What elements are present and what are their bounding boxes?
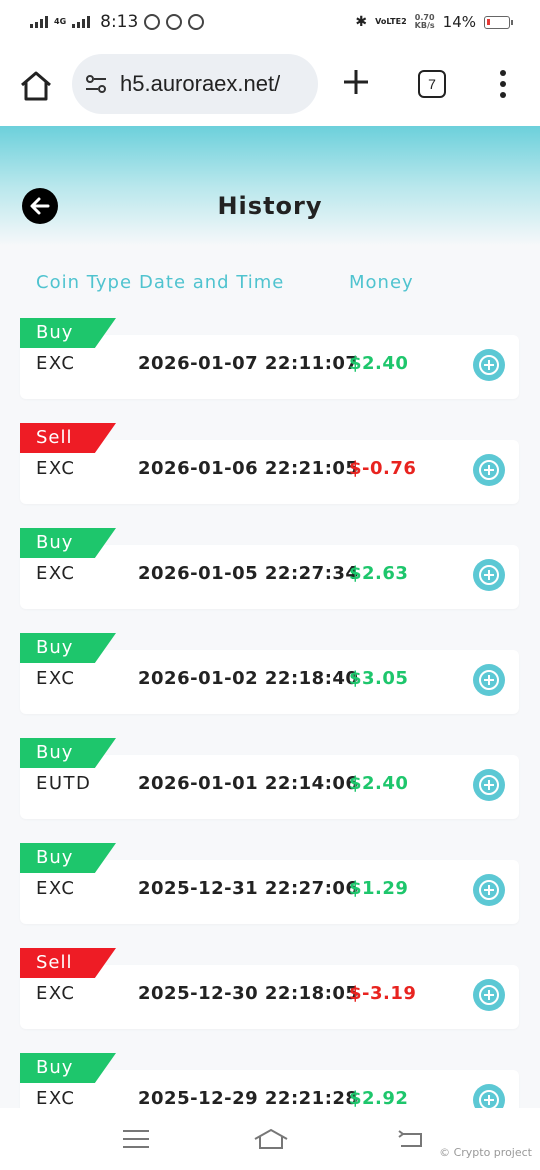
- messenger-icon: [166, 14, 183, 30]
- watermark: © Crypto project: [439, 1146, 532, 1159]
- tab-switcher-button[interactable]: 7: [418, 70, 446, 98]
- column-money: Money: [349, 272, 414, 293]
- browser-toolbar: h5.auroraex.net/ 7: [0, 44, 540, 126]
- battery-percent: 14%: [442, 13, 476, 31]
- list-item: Sell EXC 2025-12-30 22:18:05 $-3.19: [20, 948, 519, 1030]
- whatsapp-icon: [188, 14, 205, 30]
- page-title: History: [217, 192, 323, 220]
- date-time: 2026-01-02 22:18:40: [138, 668, 359, 689]
- column-date-time: Date and Time: [139, 272, 285, 293]
- money-amount: $-0.76: [349, 458, 417, 479]
- notification-icon: [144, 14, 161, 30]
- volte-label: VoLTE2: [375, 17, 407, 26]
- column-coin-type: Coin Type: [36, 272, 133, 293]
- menu-icon[interactable]: [121, 1128, 151, 1150]
- expand-plus-icon[interactable]: [473, 874, 505, 906]
- date-time: 2026-01-06 22:21:05: [138, 458, 359, 479]
- system-nav-bar: © Crypto project: [0, 1108, 540, 1170]
- date-time: 2026-01-07 22:11:07: [138, 353, 359, 374]
- expand-plus-icon[interactable]: [473, 559, 505, 591]
- money-amount: $3.05: [349, 668, 409, 689]
- list-item: Buy EXC 2025-12-31 22:27:06 $1.29: [20, 843, 519, 925]
- page-header: History: [0, 126, 540, 246]
- site-settings-icon[interactable]: [84, 72, 108, 96]
- expand-plus-icon[interactable]: [473, 769, 505, 801]
- coin-type: EUTD: [36, 773, 92, 794]
- list-item: Buy EUTD 2026-01-01 22:14:06 $2.40: [20, 738, 519, 820]
- coin-type: EXC: [36, 878, 76, 899]
- expand-plus-icon[interactable]: [473, 979, 505, 1011]
- coin-type: EXC: [36, 563, 76, 584]
- money-amount: $2.40: [349, 353, 409, 374]
- coin-type: EXC: [36, 668, 76, 689]
- money-amount: $2.40: [349, 773, 409, 794]
- money-amount: $2.63: [349, 563, 409, 584]
- list-item: Buy EXC 2026-01-07 22:11:07 $2.40: [20, 318, 519, 400]
- back-nav-icon[interactable]: [397, 1128, 427, 1150]
- date-time: 2026-01-05 22:27:34: [138, 563, 359, 584]
- date-time: 2025-12-31 22:27:06: [138, 878, 359, 899]
- expand-plus-icon[interactable]: [473, 664, 505, 696]
- battery-icon: [484, 15, 513, 29]
- home-icon[interactable]: [253, 1128, 289, 1150]
- coin-type: EXC: [36, 983, 76, 1004]
- expand-plus-icon[interactable]: [473, 349, 505, 381]
- money-amount: $-3.19: [349, 983, 417, 1004]
- status-bar: 4G 8:13 ✱ VoLTE2 0.70 KB/s 14%: [0, 0, 540, 44]
- signal-icon-2: [72, 16, 91, 28]
- date-time: 2025-12-29 22:21:28: [138, 1088, 359, 1108]
- address-bar[interactable]: h5.auroraex.net/: [72, 54, 318, 114]
- network-type: 4G: [54, 17, 67, 26]
- network-speed: 0.70 KB/s: [414, 13, 435, 30]
- browser-home-icon[interactable]: [18, 68, 54, 104]
- expand-plus-icon[interactable]: [473, 454, 505, 486]
- history-list: Buy EXC 2026-01-07 22:11:07 $2.40 Sell E…: [0, 318, 540, 1108]
- date-time: 2026-01-01 22:14:06: [138, 773, 359, 794]
- column-headers: Coin Type Date and Time Money: [0, 272, 540, 298]
- status-time: 8:13: [100, 12, 139, 32]
- money-amount: $1.29: [349, 878, 409, 899]
- date-time: 2025-12-30 22:18:05: [138, 983, 359, 1004]
- list-item: Buy EXC 2025-12-29 22:21:28 $2.92: [20, 1053, 519, 1108]
- signal-icon: [30, 16, 48, 28]
- money-amount: $2.92: [349, 1088, 409, 1108]
- bluetooth-icon: ✱: [355, 14, 368, 30]
- new-tab-icon[interactable]: [342, 68, 370, 96]
- coin-type: EXC: [36, 353, 76, 374]
- more-menu-icon[interactable]: [496, 70, 510, 98]
- list-item: Buy EXC 2026-01-02 22:18:40 $3.05: [20, 633, 519, 715]
- coin-type: EXC: [36, 1088, 76, 1108]
- url-text[interactable]: h5.auroraex.net/: [120, 71, 280, 97]
- list-item: Buy EXC 2026-01-05 22:27:34 $2.63: [20, 528, 519, 610]
- list-item: Sell EXC 2026-01-06 22:21:05 $-0.76: [20, 423, 519, 505]
- expand-plus-icon[interactable]: [473, 1084, 505, 1108]
- coin-type: EXC: [36, 458, 76, 479]
